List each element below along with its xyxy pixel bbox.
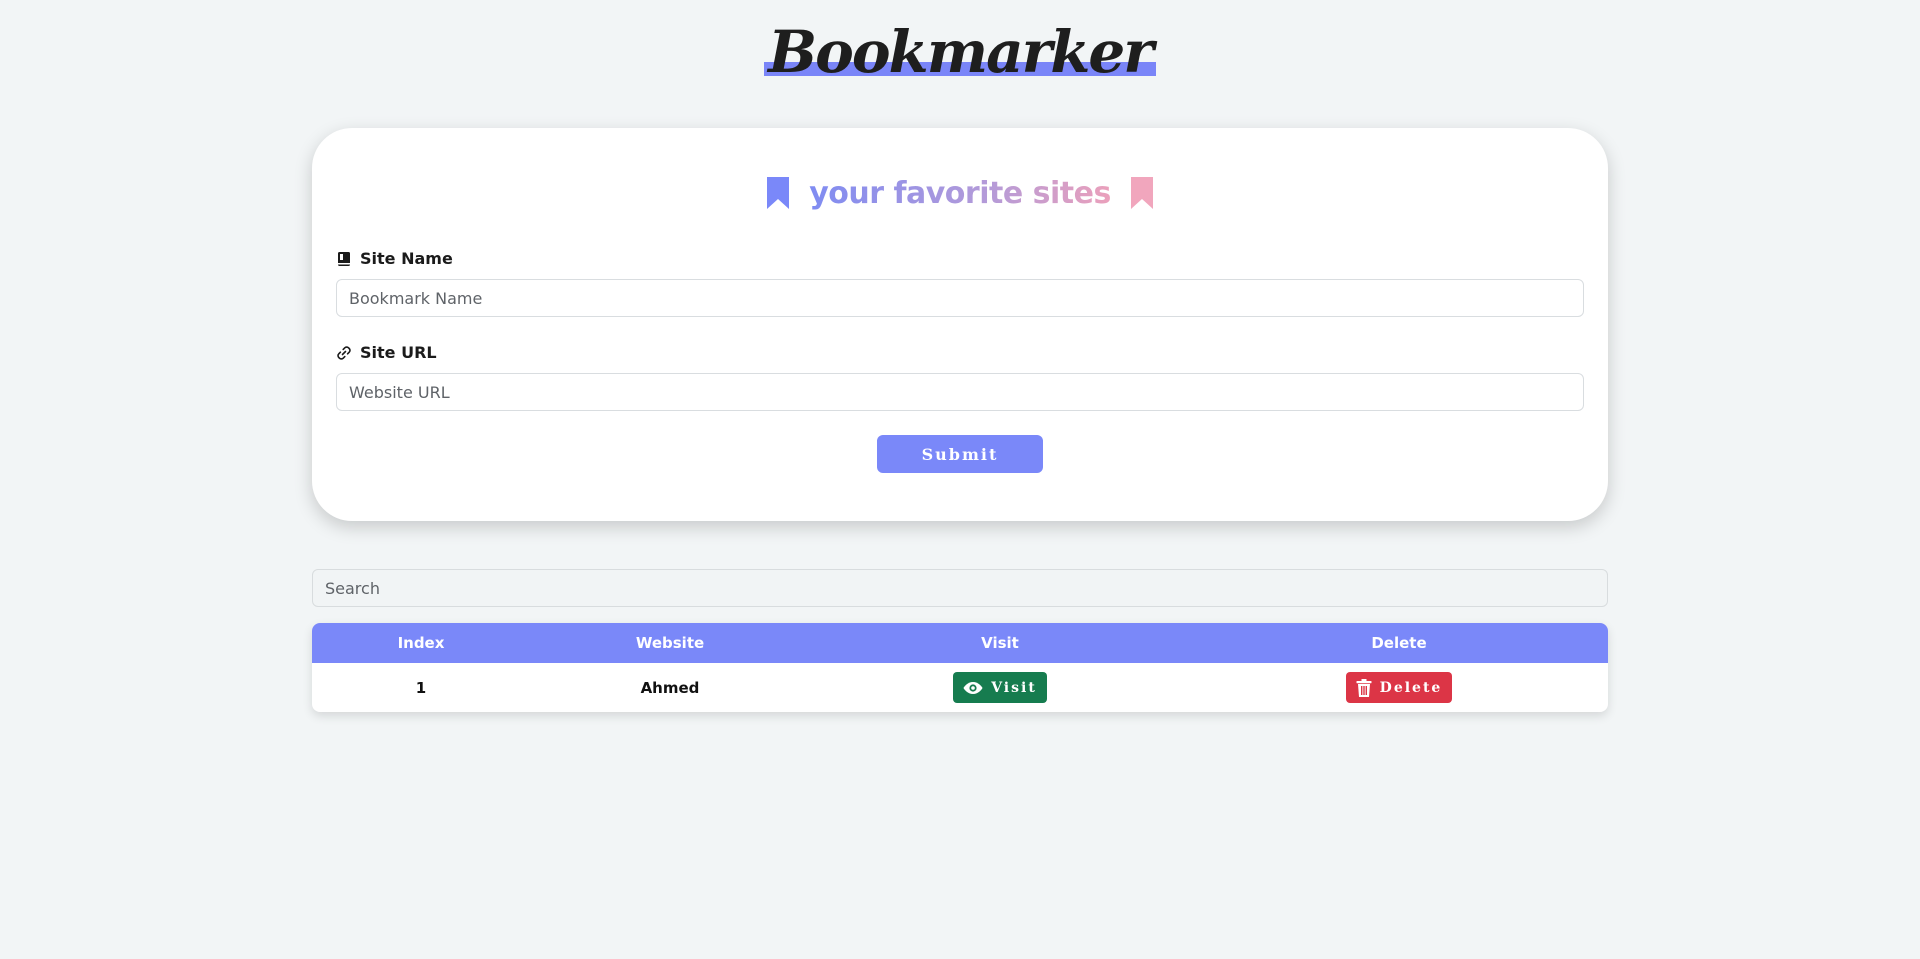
table-header-row: Index Website Visit Delete (312, 623, 1608, 663)
delete-button-label: Delete (1379, 679, 1443, 696)
site-url-input[interactable] (336, 373, 1584, 411)
delete-button[interactable]: Delete (1345, 672, 1453, 703)
eye-icon (963, 681, 983, 694)
visit-button[interactable]: Visit (953, 672, 1047, 703)
site-name-label-text: Site Name (360, 249, 453, 268)
site-name-input[interactable] (336, 279, 1584, 317)
app-title: Bookmarker (764, 18, 1156, 86)
cell-website: Ahmed (640, 678, 700, 697)
link-icon (337, 345, 351, 360)
site-name-label: Site Name (336, 249, 453, 268)
search-input[interactable] (312, 569, 1608, 607)
submit-button[interactable]: Submit (877, 435, 1043, 473)
bookmark-icon (766, 177, 789, 209)
page: Bookmarker your favorite sites Site Name (0, 0, 1920, 959)
bookmark-icon (1131, 177, 1154, 209)
table-row: 1 Ahmed Visit Delete (312, 663, 1608, 712)
header-website: Website (530, 623, 810, 663)
add-bookmark-card: your favorite sites Site Name Site URL S… (312, 128, 1608, 521)
visit-button-label: Visit (991, 679, 1037, 696)
book-icon (338, 251, 350, 266)
header-delete: Delete (1190, 623, 1608, 663)
card-heading: your favorite sites (312, 174, 1608, 214)
cell-index: 1 (415, 678, 427, 697)
cell-visit: Visit (810, 663, 1190, 712)
header: Bookmarker (0, 18, 1920, 86)
header-index: Index (312, 623, 530, 663)
cell-delete: Delete (1190, 663, 1608, 712)
trash-icon (1356, 678, 1372, 697)
site-url-label: Site URL (336, 343, 437, 362)
header-visit: Visit (810, 623, 1190, 663)
card-heading-text: your favorite sites (809, 176, 1111, 211)
site-url-label-text: Site URL (360, 343, 437, 362)
bookmarks-table: Index Website Visit Delete 1 Ahmed Visit… (312, 623, 1608, 712)
app-title-text: Bookmarker (768, 18, 1154, 86)
